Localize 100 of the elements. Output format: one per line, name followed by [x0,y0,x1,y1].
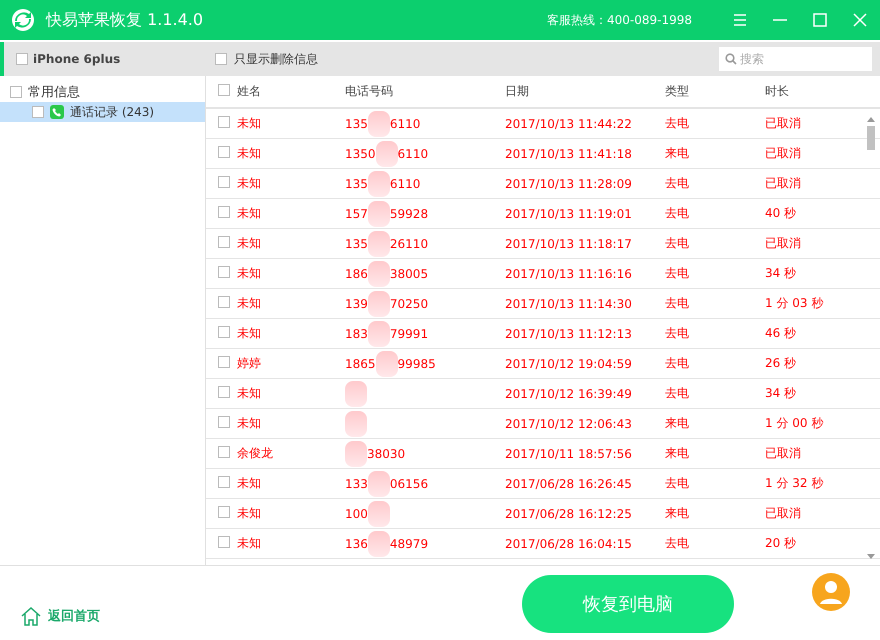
table-cell-text: 去电 [665,385,690,402]
checkbox[interactable] [218,236,230,248]
phone-number-part: 26110 [390,236,428,250]
support-avatar-icon[interactable] [812,573,850,611]
checkbox[interactable] [16,53,28,65]
blur-mask [368,320,390,346]
blur-mask [376,140,398,166]
table-cell-text: 2017/10/13 11:19:01 [505,206,633,220]
column-header: 日期 [505,83,530,100]
phone-number-part: 186 [345,266,368,280]
checkbox[interactable] [218,176,230,188]
table-cell-text: 2017/10/13 11:12:13 [505,326,633,340]
phone-number-part: 38030 [367,446,406,460]
table-cell-text: 2017/10/12 19:04:59 [505,356,633,370]
tree-label: 常用信息 [28,84,80,101]
checkbox[interactable] [218,356,230,368]
table-cell-text: 2017/10/13 11:28:09 [505,176,633,190]
table-cell-text: 未知 [237,145,262,162]
home-icon [20,606,42,626]
phone-number-part: 1865 [345,356,376,370]
blur-mask [368,500,390,526]
phone-number-part: 70250 [390,296,428,310]
maximize-icon [813,13,827,27]
blur-mask [345,440,367,466]
phone-number-part: 79991 [390,326,428,340]
phone-number-part: 48979 [390,536,428,550]
table-cell-text: 1 分 32 秒 [765,475,824,492]
checkbox[interactable] [218,146,230,158]
table-cell-text: 去电 [665,205,690,222]
table-cell-text: 已取消 [765,445,802,462]
checkbox[interactable] [218,506,230,518]
column-header: 电话号码 [345,83,394,100]
table-cell-text: 2017/10/13 11:14:30 [505,296,633,310]
table-cell-text: 来电 [665,145,690,162]
blur-mask [368,260,390,286]
checkbox[interactable] [215,53,227,65]
table-cell-text: 未知 [237,115,262,132]
hotline-text: 客服热线：400-089-1998 [546,12,692,28]
table-cell-text: 来电 [665,415,690,432]
table-cell-text: 去电 [665,115,690,132]
table-cell-text: 1 分 00 秒 [765,415,824,432]
phone-number-part: 135 [345,176,368,190]
table-cell-text: 未知 [237,265,262,282]
checkbox[interactable] [218,266,230,278]
table-cell-text: 未知 [237,235,262,252]
phone-number-part: 136 [345,536,368,550]
checkbox[interactable] [218,116,230,128]
blur-mask [345,410,367,436]
tree-item[interactable]: 通话记录 (243) [0,102,205,122]
phone-number-part: 6110 [390,176,420,190]
checkbox[interactable] [218,416,230,428]
checkbox[interactable] [218,206,230,218]
checkbox[interactable] [218,536,230,548]
table-cell-text: 1 分 03 秒 [765,295,824,312]
phone-number-part: 6110 [398,146,428,160]
table-cell-text: 未知 [237,475,262,492]
table-cell-text: 已取消 [765,505,802,522]
table-cell-text: 未知 [237,385,262,402]
table-cell-text: 未知 [237,325,262,342]
table-cell-text: 26 秒 [765,355,798,372]
tree-label: 通话记录 (243) [70,104,154,120]
phone-icon [50,105,64,119]
table-cell-text: 去电 [665,475,690,492]
phone-number-part: 139 [345,296,368,310]
table-cell-text: 2017/10/13 11:41:18 [505,146,633,160]
search-field[interactable]: 搜索 [719,47,872,71]
blur-mask [368,530,390,556]
table-cell-text: 去电 [665,325,690,342]
phone-number-part: 157 [345,206,368,220]
phone-number-part: 133 [345,476,368,490]
checkbox[interactable] [32,106,44,118]
checkbox[interactable] [10,86,22,98]
table-cell-text: 2017/10/12 12:06:43 [505,416,633,430]
table-cell-text: 2017/10/13 11:16:16 [505,266,633,280]
column-header: 时长 [765,83,790,100]
table-cell-text: 未知 [237,175,262,192]
table-cell-text: 来电 [665,505,690,522]
phone-number-part: 100 [345,506,368,520]
blur-mask [376,350,398,376]
checkbox[interactable] [218,476,230,488]
table-cell-text: 来电 [665,445,690,462]
phone-number-part: 06156 [390,476,428,490]
checkbox[interactable] [218,386,230,398]
window-title: 快易苹果恢复 1.1.4.0 [46,10,204,30]
tree-item[interactable]: 常用信息 [0,82,205,102]
table-cell-text: 去电 [665,295,690,312]
table-cell-text: 未知 [237,295,262,312]
phone-number-part: 99985 [398,356,436,370]
checkbox[interactable] [218,446,230,458]
phone-number-part: 1350 [345,146,376,160]
phone-number-part: 59928 [390,206,428,220]
table-cell-text: 去电 [665,535,690,552]
checkbox[interactable] [218,326,230,338]
table-cell-text: 去电 [665,235,690,252]
table-cell-text: 34 秒 [765,385,798,402]
checkbox[interactable] [218,84,230,96]
checkbox[interactable] [218,296,230,308]
table-cell-text: 未知 [237,535,262,552]
table-cell-text: 未知 [237,505,262,522]
table-cell-text: 2017/06/28 16:26:45 [505,476,633,490]
